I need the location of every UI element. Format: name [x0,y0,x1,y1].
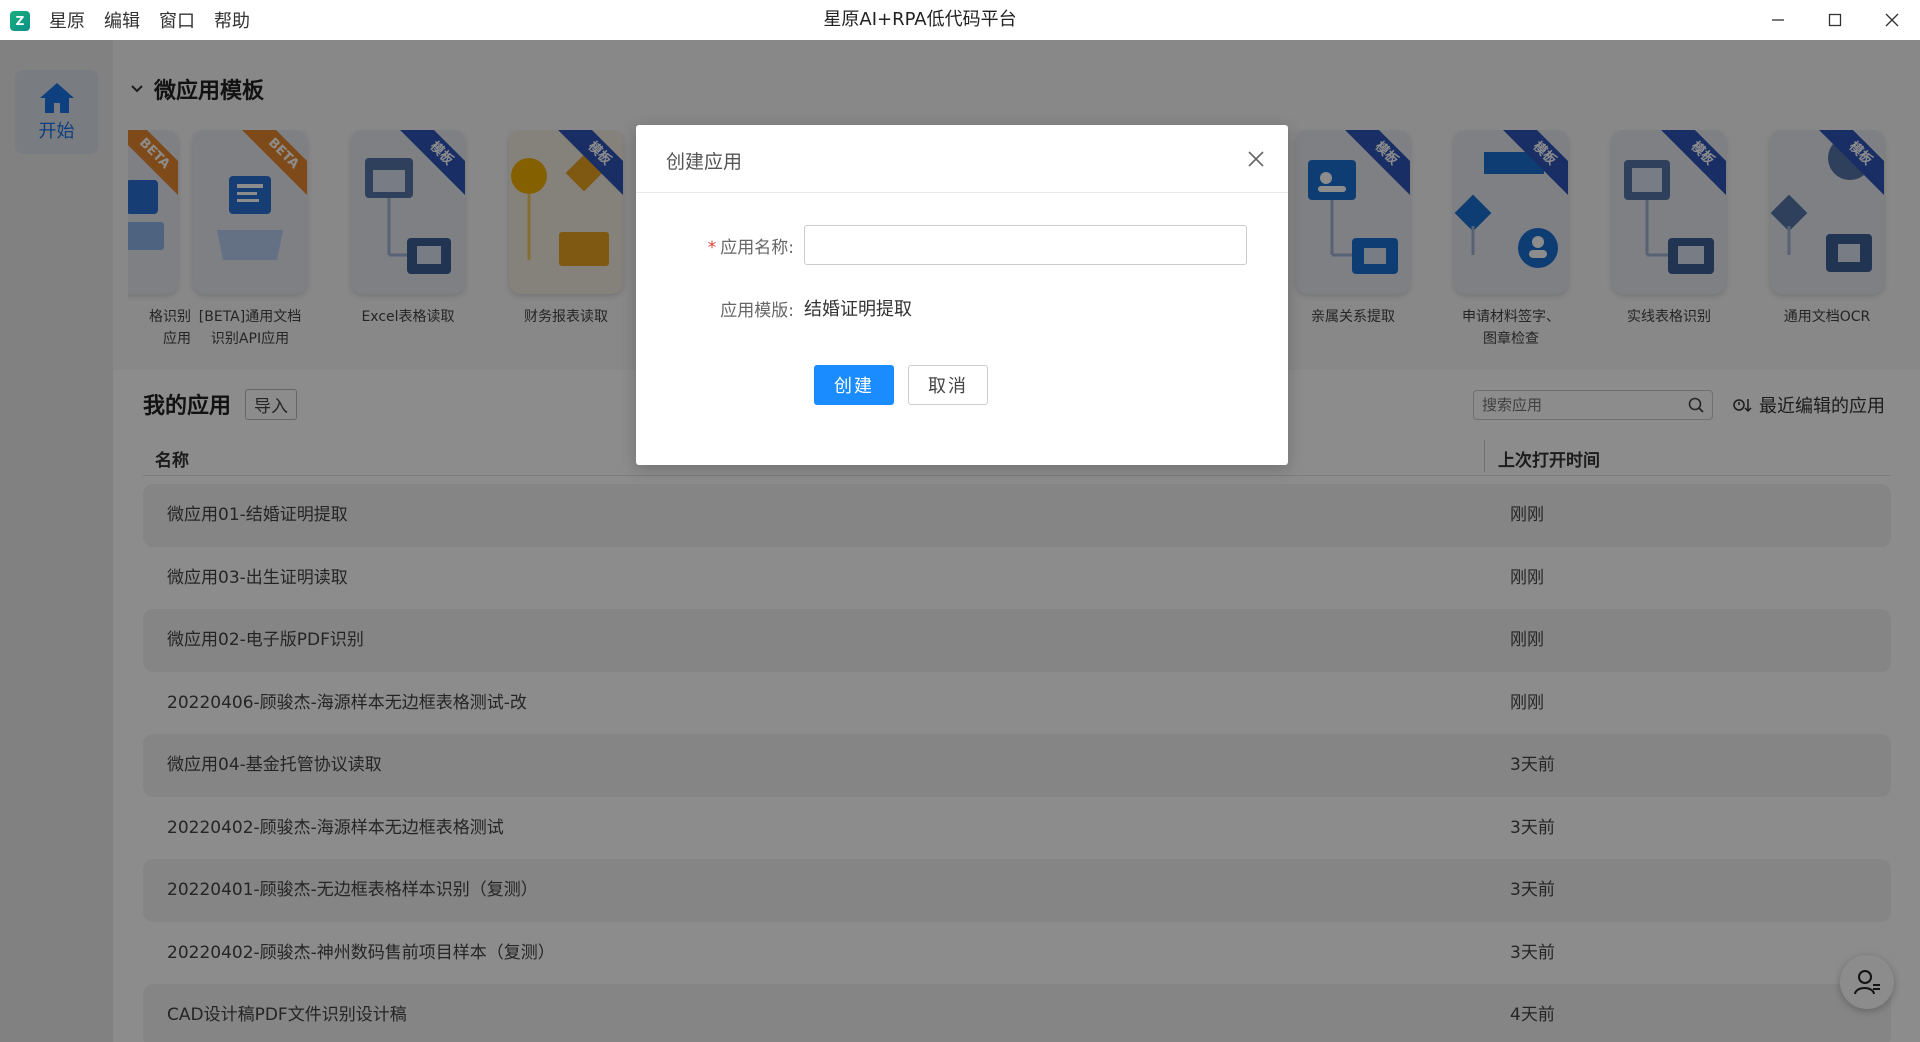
close-icon[interactable] [1246,149,1266,169]
maximize-icon [1828,13,1841,27]
dialog-title: 创建应用 [666,151,743,173]
close-window-button[interactable] [1863,0,1920,40]
app-template-row: 应用模版: 结婚证明提取 [636,295,912,321]
minimize-icon [1771,19,1784,21]
app-name-input[interactable] [804,225,1247,265]
maximize-button[interactable] [1806,0,1863,40]
required-mark: * [707,237,717,258]
title-bar: Z 星原 编辑 窗口 帮助 星原AI+RPA低代码平台 [0,0,1920,40]
window-controls [1749,0,1920,40]
app-template-value: 结婚证明提取 [804,299,912,320]
create-app-dialog: 创建应用 * 应用名称: 应用模版: 结婚证明提取 创建 取消 [636,125,1288,465]
minimize-button[interactable] [1749,0,1806,40]
cancel-button[interactable]: 取消 [908,365,988,405]
create-button[interactable]: 创建 [814,365,894,405]
window-title: 星原AI+RPA低代码平台 [823,9,1017,30]
app-name-row: * 应用名称: [636,225,1247,265]
close-icon [1885,13,1898,27]
app-name-label: * 应用名称: [707,237,794,258]
dialog-header: 创建应用 [636,125,1288,193]
app-template-label: 应用模版: [720,300,794,321]
